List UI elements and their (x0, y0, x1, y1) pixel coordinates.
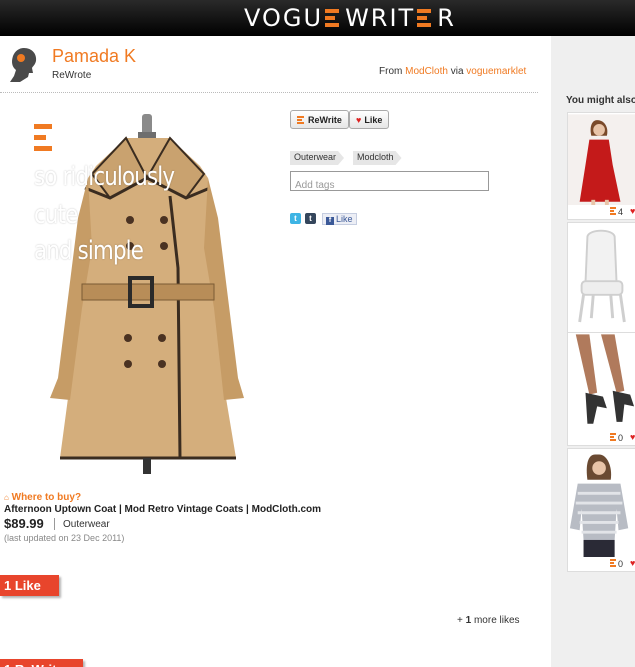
tag-outerwear[interactable]: Outerwear (290, 151, 344, 165)
logo-text-right: WRIT (345, 4, 416, 32)
rewrite-count: 0 (618, 559, 624, 569)
recommendation-item[interactable]: 0 ♥ (567, 332, 635, 446)
red-dress-image (568, 114, 635, 206)
heart-icon: ♥ (630, 206, 635, 216)
rewrite-button-label: ReWrite (308, 114, 342, 125)
item-meta: 0 ♥ (568, 431, 635, 445)
vogue-writer-logo[interactable]: VOGU WRIT R (244, 4, 456, 32)
logo-text-end: R (437, 4, 456, 32)
facebook-like-button[interactable]: f Like (322, 213, 357, 225)
via-prefix: via (450, 66, 464, 77)
where-to-buy-link[interactable]: ⌂ Where to buy? (4, 492, 81, 503)
heart-icon: ♥ (630, 558, 635, 568)
source-line: From ModCloth via voguemarklet (379, 66, 526, 77)
rewrite-mark-icon (34, 124, 52, 152)
rewrite-count: 0 (618, 433, 624, 443)
where-to-buy-label: Where to buy? (11, 492, 82, 503)
twitter-share-icon[interactable]: t (290, 213, 301, 224)
like-button[interactable]: ♥ Like (349, 110, 390, 129)
item-meta: 4 ♥ (568, 205, 635, 219)
facebook-like-label: Like (336, 214, 353, 224)
rewrite-count-icon (610, 433, 616, 441)
logo-text-left: VOGU (244, 4, 324, 32)
facebook-icon: f (326, 217, 334, 225)
rewrites-badge: 1 ReWrite (0, 659, 83, 667)
rewrite-count-icon (610, 559, 616, 567)
via-link[interactable]: voguemarklet (466, 66, 526, 77)
likes-badge: 1 Like (0, 575, 59, 596)
rewrite-icon (297, 115, 304, 124)
price-separator (54, 518, 55, 530)
recommendations-sidebar: You might also 4 ♥ 0 ♥ 0 ♥ (551, 36, 635, 667)
silhouette-avatar-icon (10, 48, 37, 82)
avatar[interactable] (8, 46, 40, 82)
store-icon: ⌂ (4, 493, 9, 502)
rewrite-count-icon (610, 207, 616, 215)
last-updated: (last updated on 23 Dec 2011) (4, 533, 125, 543)
like-button-label: Like (364, 114, 383, 125)
overlay-line-3: and simple (34, 236, 144, 266)
overlay-line-2: cute (34, 200, 78, 230)
more-likes-link[interactable]: + 1 more likes (457, 615, 520, 626)
rewrite-button[interactable]: ReWrite (290, 110, 349, 129)
item-meta: 0 ♥ (568, 557, 635, 571)
heart-icon: ♥ (356, 114, 362, 125)
source-link[interactable]: ModCloth (405, 66, 448, 77)
product-title[interactable]: Afternoon Uptown Coat | Mod Retro Vintag… (4, 504, 321, 515)
overlay-line-1: so ridiculously (34, 162, 175, 192)
product-price: $89.99 (4, 516, 44, 531)
legs-shoes-image (568, 334, 635, 432)
divider (0, 92, 538, 93)
more-likes-count: 1 (465, 615, 472, 626)
more-likes-suffix: more likes (473, 615, 520, 626)
striped-sweater-image (568, 450, 635, 558)
product-category[interactable]: Outerwear (63, 519, 110, 530)
tumblr-share-icon[interactable]: t (305, 213, 316, 224)
user-action: ReWrote (52, 70, 92, 81)
logo-e-mark-2 (417, 9, 432, 27)
recommendation-item[interactable]: 0 ♥ (567, 448, 635, 572)
heart-icon: ♥ (630, 432, 635, 442)
recommendation-item[interactable]: 4 ♥ (567, 112, 635, 220)
source-prefix: From (379, 66, 403, 77)
logo-e-mark (325, 9, 340, 27)
more-likes-prefix: + (457, 615, 463, 626)
top-bar: VOGU WRIT R (0, 0, 635, 36)
tag-modcloth[interactable]: Modcloth (353, 151, 402, 165)
user-name[interactable]: Pamada K (52, 46, 136, 67)
sidebar-title: You might also (566, 95, 635, 106)
rewrite-count: 4 (618, 207, 624, 217)
add-tags-input[interactable]: Add tags (290, 171, 489, 191)
